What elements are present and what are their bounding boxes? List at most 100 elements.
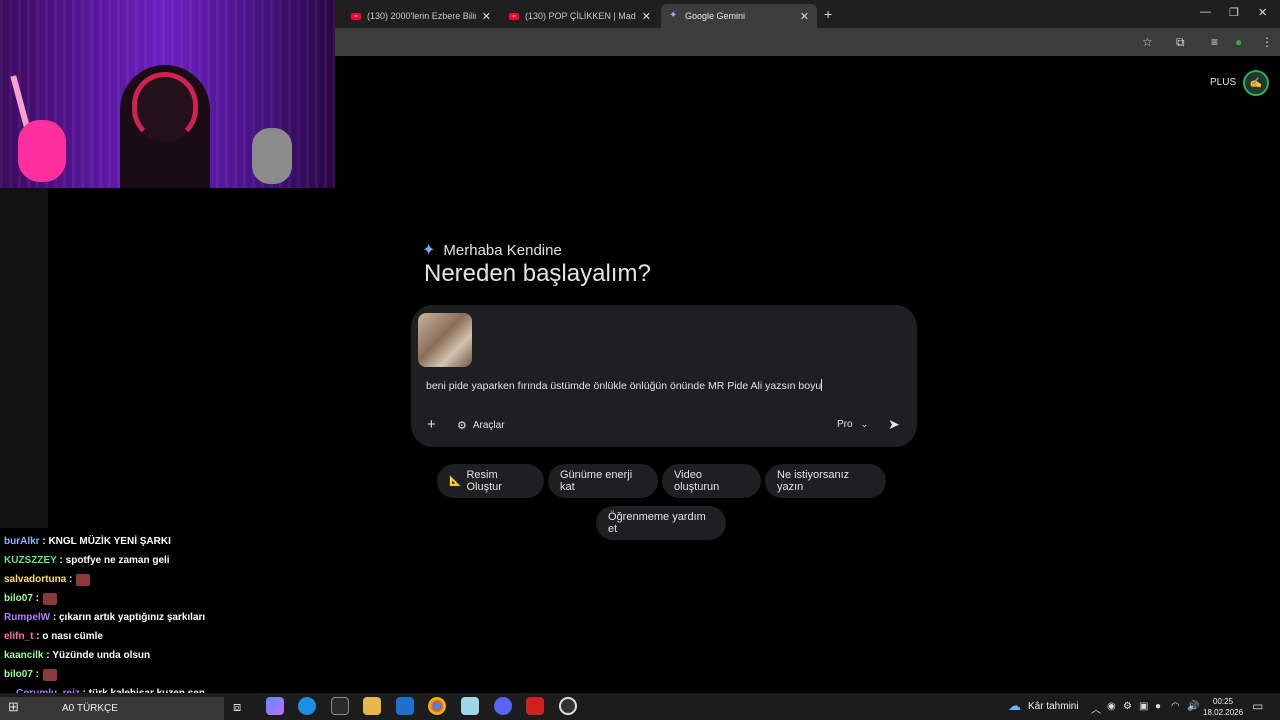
chat-user: salvadortuna bbox=[4, 574, 67, 585]
attached-image-thumbnail[interactable] bbox=[418, 313, 472, 367]
clock-time: 00:25 bbox=[1213, 697, 1234, 706]
close-icon[interactable]: ✕ bbox=[800, 10, 809, 23]
chip-create-video[interactable]: Video oluşturun bbox=[662, 464, 761, 498]
gear-icon[interactable]: ⚙ bbox=[1123, 701, 1132, 712]
chip-label: Ne istiyorsanız yazın bbox=[777, 469, 850, 493]
tab-google-gemini[interactable]: ✦ Google Gemini ✕ bbox=[661, 4, 817, 28]
new-tab-icon[interactable]: + bbox=[824, 6, 832, 22]
chip-label: Günüme enerji kat bbox=[560, 469, 633, 493]
chat-message: kaancilk : Yüzünde unda olsun bbox=[4, 650, 151, 661]
media-app-icon[interactable] bbox=[526, 697, 544, 715]
page-title: Nereden başlayalım? bbox=[424, 260, 651, 287]
microphone bbox=[252, 128, 292, 184]
app-icon[interactable] bbox=[396, 697, 414, 715]
windows-start-icon[interactable]: ⊞ bbox=[8, 699, 19, 715]
edge-icon[interactable] bbox=[298, 697, 316, 715]
close-icon[interactable]: ✕ bbox=[642, 10, 651, 23]
plan-badge: PLUS bbox=[1210, 77, 1237, 88]
youtube-icon bbox=[351, 12, 361, 20]
chip-label: Resim Oluştur bbox=[466, 469, 502, 493]
chip-help-me-learn[interactable]: Öğrenmeme yardım et bbox=[596, 506, 726, 540]
tab-1[interactable]: (130) 2000'lerin Ezbere Bilinen ✕ bbox=[343, 4, 499, 28]
text-caret bbox=[821, 379, 823, 391]
clock-date: 18.02.2026 bbox=[1203, 708, 1244, 717]
chevron-down-icon: ⌄ bbox=[860, 419, 869, 429]
minimize-icon[interactable]: — bbox=[1200, 6, 1211, 18]
wifi-icon[interactable]: ◠ bbox=[1171, 701, 1180, 712]
media-queue-icon[interactable]: ≡ bbox=[1211, 35, 1218, 49]
chat-user: burAlkr bbox=[4, 536, 40, 547]
weather-label[interactable]: Kâr tahmini bbox=[1028, 701, 1079, 712]
discord-icon[interactable] bbox=[494, 697, 512, 715]
tab-title: (130) 2000'lerin Ezbere Bilinen bbox=[367, 11, 476, 21]
language-label: A0 TÜRKÇE bbox=[62, 703, 118, 714]
sliders-icon: ⚙ bbox=[457, 420, 467, 432]
send-icon[interactable]: ➤ bbox=[888, 416, 900, 433]
volume-icon[interactable]: 🔊 bbox=[1187, 701, 1199, 712]
left-panel bbox=[0, 188, 48, 528]
chat-message: salvadortuna : bbox=[4, 570, 234, 589]
task-view-icon[interactable]: ⧈ bbox=[233, 699, 241, 715]
chat-user: kaancilk bbox=[4, 650, 44, 661]
profile-icon[interactable]: ● bbox=[1235, 35, 1242, 49]
chat-user: RumpelW bbox=[4, 612, 51, 623]
add-attachment-icon[interactable]: + bbox=[427, 416, 436, 433]
emote-icon bbox=[76, 573, 91, 586]
close-icon[interactable]: ✕ bbox=[482, 10, 491, 23]
emote-icon bbox=[43, 592, 58, 605]
guitar bbox=[18, 120, 66, 182]
chat-user: KUZSZZEY bbox=[4, 555, 57, 566]
chip-write-anything[interactable]: Ne istiyorsanız yazın bbox=[765, 464, 886, 498]
tray-chevron-icon[interactable]: ︿ bbox=[1091, 701, 1101, 716]
prompt-composer[interactable]: beni pide yaparken fırında üstümde önlük… bbox=[411, 305, 917, 447]
chip-create-image[interactable]: 📐 Resim Oluştur bbox=[437, 464, 544, 498]
restore-icon[interactable]: ❐ bbox=[1229, 6, 1239, 19]
chat-message: KUZSZZEY : spotfye ne zaman geli bbox=[4, 555, 170, 566]
chat-text: o nası cümle bbox=[42, 631, 103, 642]
stream-chat: burAlkr : KNGL MÜZİK YENİ ŞARKI KUZSZZEY… bbox=[4, 532, 234, 703]
chat-user: bilo07 bbox=[4, 593, 33, 604]
address-toolbar bbox=[335, 28, 1280, 56]
chat-text: spotfye ne zaman geli bbox=[65, 555, 170, 566]
chat-message: RumpelW : çıkarın artık yaptığınız şarkı… bbox=[4, 612, 206, 623]
chat-user: elifn_t bbox=[4, 631, 34, 642]
weather-icon[interactable]: ☁ bbox=[1008, 698, 1021, 714]
tools-label: Araçlar bbox=[472, 420, 505, 431]
prompt-text: beni pide yaparken fırında üstümde önlük… bbox=[426, 380, 822, 392]
network-icon[interactable]: ▣ bbox=[1139, 701, 1148, 712]
gemini-icon: ✦ bbox=[669, 10, 678, 21]
window-close-icon[interactable]: ✕ bbox=[1258, 6, 1267, 19]
chat-message: elifn_t : o nası cümle bbox=[4, 631, 103, 642]
tools-button[interactable]: ⚙ Araçlar bbox=[457, 419, 505, 432]
emote-icon bbox=[43, 668, 58, 681]
model-selector[interactable]: Pro ⌄ bbox=[837, 419, 868, 430]
copilot-icon[interactable] bbox=[266, 697, 284, 715]
menu-dots-icon[interactable]: ⋮ bbox=[1261, 35, 1273, 49]
store-icon[interactable] bbox=[331, 697, 349, 715]
youtube-icon bbox=[509, 12, 519, 20]
ruler-icon: 📐 bbox=[449, 475, 462, 487]
tab-2[interactable]: (130) POP ÇİLİKKEN | Madara Ol ✕ bbox=[501, 4, 659, 28]
notes-icon[interactable] bbox=[461, 697, 479, 715]
obs-icon[interactable] bbox=[559, 697, 577, 715]
clock[interactable]: 00:25 18.02.2026 bbox=[1203, 696, 1243, 718]
notification-icon[interactable]: ▭ bbox=[1252, 699, 1263, 713]
chat-text: KNGL MÜZİK YENİ ŞARKI bbox=[48, 536, 171, 547]
tab-title: Google Gemini bbox=[685, 11, 746, 21]
avatar[interactable]: ✍ bbox=[1243, 70, 1269, 96]
steam-icon[interactable]: ◉ bbox=[1107, 701, 1116, 712]
chrome-icon[interactable] bbox=[428, 697, 446, 715]
chip-label: Öğrenmeme yardım et bbox=[608, 511, 706, 535]
chip-label: Video oluşturun bbox=[674, 469, 720, 493]
prompt-input[interactable]: beni pide yaparken fırında üstümde önlük… bbox=[426, 379, 823, 392]
greeting-text: Merhaba Kendine bbox=[443, 241, 562, 259]
chat-text: çıkarın artık yaptığınız şarkıları bbox=[59, 612, 206, 623]
mic-icon[interactable]: ● bbox=[1155, 701, 1161, 712]
extensions-icon[interactable]: ⧉ bbox=[1176, 35, 1185, 50]
file-explorer-icon[interactable] bbox=[363, 697, 381, 715]
bookmark-star-icon[interactable]: ☆ bbox=[1142, 35, 1153, 49]
chip-energy[interactable]: Günüme enerji kat bbox=[548, 464, 658, 498]
greeting: ✦ Merhaba Kendine bbox=[422, 240, 562, 260]
chat-message: bilo07 : bbox=[4, 665, 234, 684]
webcam-overlay bbox=[0, 0, 335, 188]
